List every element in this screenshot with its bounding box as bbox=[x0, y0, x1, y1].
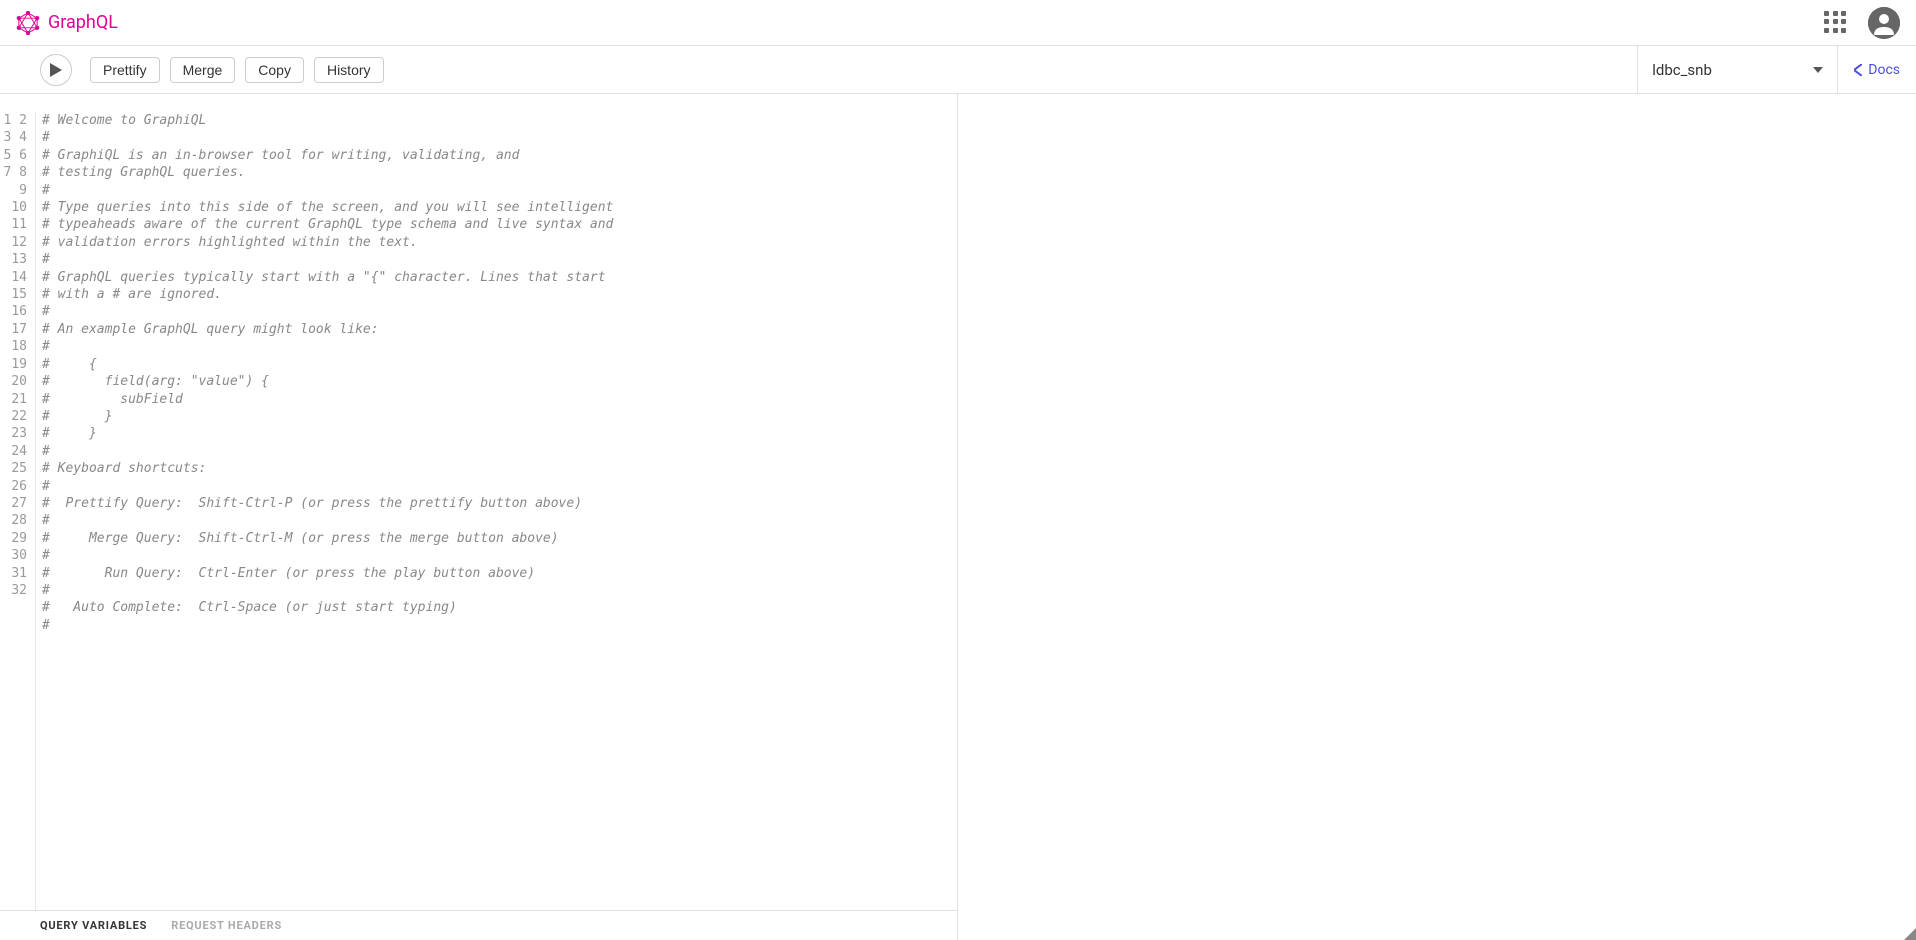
docs-button[interactable]: Docs bbox=[1837, 46, 1916, 93]
copy-button[interactable]: Copy bbox=[245, 57, 304, 83]
logo-text: GraphQL bbox=[48, 12, 118, 33]
docs-label: Docs bbox=[1868, 62, 1900, 78]
schema-selector[interactable]: ldbc_snb bbox=[1637, 46, 1837, 93]
resize-handle-icon[interactable] bbox=[1904, 928, 1916, 940]
merge-button[interactable]: Merge bbox=[170, 57, 236, 83]
line-numbers: 1 2 3 4 5 6 7 8 9 10 11 12 13 14 15 16 1… bbox=[0, 112, 36, 910]
header-right bbox=[1824, 7, 1900, 39]
editor-pane: 1 2 3 4 5 6 7 8 9 10 11 12 13 14 15 16 1… bbox=[0, 94, 958, 940]
graphql-logo-icon bbox=[16, 11, 40, 35]
apps-grid-icon[interactable] bbox=[1824, 11, 1848, 35]
play-icon bbox=[50, 63, 62, 77]
main-area: 1 2 3 4 5 6 7 8 9 10 11 12 13 14 15 16 1… bbox=[0, 94, 1916, 940]
tab-request-headers[interactable]: REQUEST HEADERS bbox=[171, 919, 282, 932]
user-avatar-icon[interactable] bbox=[1868, 7, 1900, 39]
toolbar-left: Prettify Merge Copy History bbox=[40, 54, 384, 86]
top-header: GraphQL bbox=[0, 0, 1916, 46]
chevron-down-icon bbox=[1813, 67, 1823, 73]
query-editor[interactable]: 1 2 3 4 5 6 7 8 9 10 11 12 13 14 15 16 1… bbox=[0, 94, 957, 910]
prettify-button[interactable]: Prettify bbox=[90, 57, 160, 83]
result-pane bbox=[958, 94, 1916, 940]
history-button[interactable]: History bbox=[314, 57, 384, 83]
execute-button[interactable] bbox=[40, 54, 72, 86]
chevron-left-icon bbox=[1854, 64, 1862, 76]
bottom-tabs: QUERY VARIABLES REQUEST HEADERS bbox=[0, 910, 957, 940]
logo-area[interactable]: GraphQL bbox=[16, 11, 118, 35]
toolbar-right: ldbc_snb Docs bbox=[1637, 46, 1916, 93]
tab-query-variables[interactable]: QUERY VARIABLES bbox=[40, 919, 147, 932]
schema-name: ldbc_snb bbox=[1652, 61, 1712, 79]
toolbar: Prettify Merge Copy History ldbc_snb Doc… bbox=[0, 46, 1916, 94]
code-content[interactable]: # Welcome to GraphiQL # # GraphiQL is an… bbox=[36, 112, 957, 910]
